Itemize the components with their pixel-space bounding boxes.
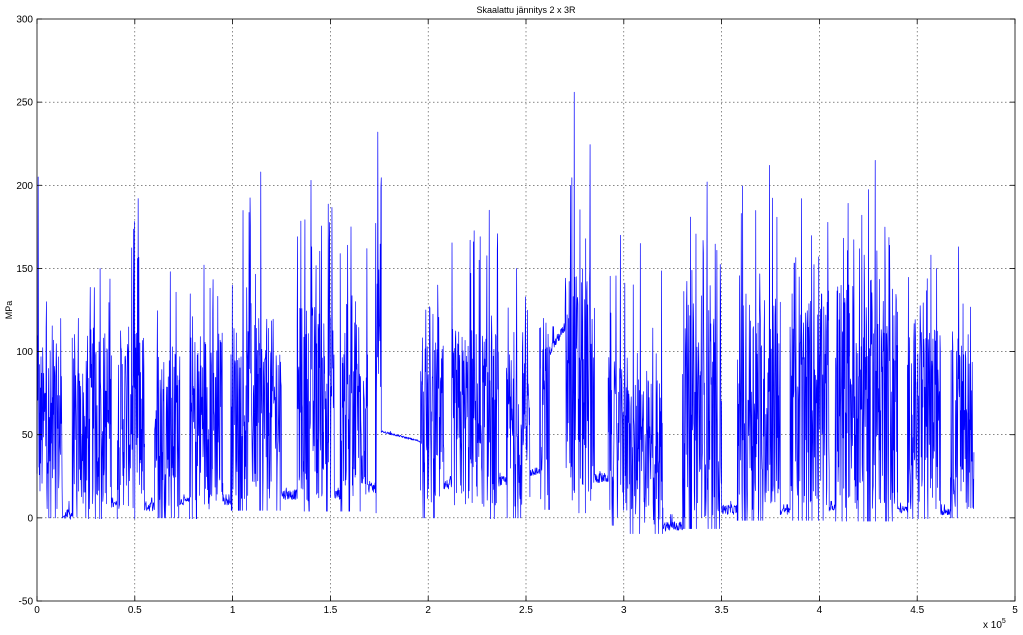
figure-window: 0 0.5 1 1.5 2 2.5 3 3.5 4 4.5 5 -50 0 50 100 150 200 250 3…: [0, 0, 1023, 635]
x-tick-label: 5: [1012, 605, 1018, 616]
x-axis-multiplier-base: x 10: [983, 620, 1002, 631]
line-chart: 0 0.5 1 1.5 2 2.5 3 3.5 4 4.5 5-500501001502002503…: [0, 0, 1023, 635]
y-tick-label: -50: [19, 597, 34, 608]
y-tick-label: 200: [16, 181, 33, 192]
x-tick-label: 4.5: [910, 605, 924, 616]
chart-title: Skaalattu jännitys 2 x 3R: [476, 5, 576, 15]
x-tick-label: 3: [621, 605, 627, 616]
x-tick-label: 1.5: [323, 605, 337, 616]
x-tick-label: 1: [230, 605, 236, 616]
x-tick-label: 2: [425, 605, 431, 616]
y-tick-label: 50: [22, 430, 34, 441]
x-tick-label: 2.5: [519, 605, 533, 616]
x-axis-multiplier-exponent: 5: [1002, 618, 1006, 625]
x-tick-label: 0.5: [128, 605, 142, 616]
x-tick-label: 4: [817, 605, 823, 616]
x-tick-label: 3.5: [715, 605, 729, 616]
y-tick-label: 300: [16, 15, 33, 26]
y-tick-label: 250: [16, 98, 33, 109]
y-tick-label: 0: [27, 513, 33, 524]
x-tick-label: 0: [34, 605, 40, 616]
y-axis-label: MPa: [4, 301, 14, 320]
y-tick-label: 150: [16, 264, 33, 275]
y-tick-label: 100: [16, 347, 33, 358]
